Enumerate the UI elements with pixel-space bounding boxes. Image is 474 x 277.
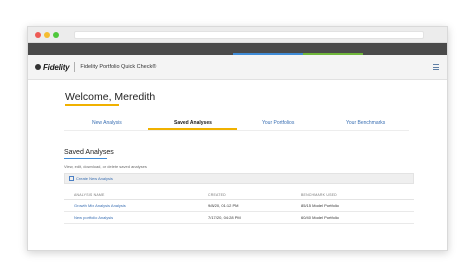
browser-window: Fidelity Fidelity Portfolio Quick Check®… [27, 26, 448, 251]
tab-your-benchmarks[interactable]: Your Benchmarks [346, 120, 385, 126]
section-description: View, edit, download, or delete saved an… [64, 164, 147, 169]
analysis-name-link[interactable]: New portfolio Analysis [74, 215, 113, 220]
logo-text: Fidelity [43, 62, 70, 72]
benchmark-used: 85/15 Model Portfolio [301, 203, 339, 208]
create-new-analysis-bar[interactable]: Create New Analysis [64, 173, 414, 184]
add-document-icon [69, 176, 74, 181]
table-row: Growth Mix Analysis Analysis 9/8/20, 01:… [64, 200, 414, 212]
address-bar[interactable] [74, 31, 424, 39]
create-new-analysis-button[interactable]: Create New Analysis [76, 176, 113, 181]
table-row: New portfolio Analysis 7/17/20, 04:28 PM… [64, 212, 414, 224]
maximize-window-icon[interactable] [53, 32, 59, 38]
app-title: Fidelity Portfolio Quick Check® [80, 64, 157, 70]
section-title: Saved Analyses [64, 149, 114, 156]
welcome-heading: Welcome, Meredith [65, 91, 156, 103]
column-header-created: CREATED [208, 193, 226, 197]
site-top-bar [28, 43, 447, 55]
saved-analyses-table: ANALYSIS NAME CREATED BENCHMARK USED Gro… [64, 190, 414, 224]
hamburger-menu-icon[interactable] [433, 64, 439, 72]
table-header: ANALYSIS NAME CREATED BENCHMARK USED [64, 190, 414, 200]
column-header-benchmark: BENCHMARK USED [301, 193, 337, 197]
section-title-underline [64, 158, 107, 159]
tab-your-portfolios[interactable]: Your Portfolios [262, 120, 294, 126]
minimize-window-icon[interactable] [44, 32, 50, 38]
welcome-underline [65, 104, 119, 106]
created-date: 9/8/20, 01:12 PM [208, 203, 239, 208]
tab-saved-analyses[interactable]: Saved Analyses [174, 120, 212, 126]
tab-new-analysis[interactable]: New Analysis [92, 120, 122, 126]
tabs-divider [64, 130, 409, 131]
column-header-name: ANALYSIS NAME [74, 193, 105, 197]
benchmark-used: 60/40 Model Portfolio [301, 215, 339, 220]
fidelity-logo[interactable]: Fidelity [35, 62, 70, 72]
analysis-name-link[interactable]: Growth Mix Analysis Analysis [74, 203, 126, 208]
app-header: Fidelity Fidelity Portfolio Quick Check® [28, 55, 447, 80]
browser-titlebar [28, 27, 447, 43]
close-window-icon[interactable] [35, 32, 41, 38]
header-divider [74, 62, 76, 72]
created-date: 7/17/20, 04:28 PM [208, 215, 241, 220]
logo-mark-icon [35, 64, 41, 70]
